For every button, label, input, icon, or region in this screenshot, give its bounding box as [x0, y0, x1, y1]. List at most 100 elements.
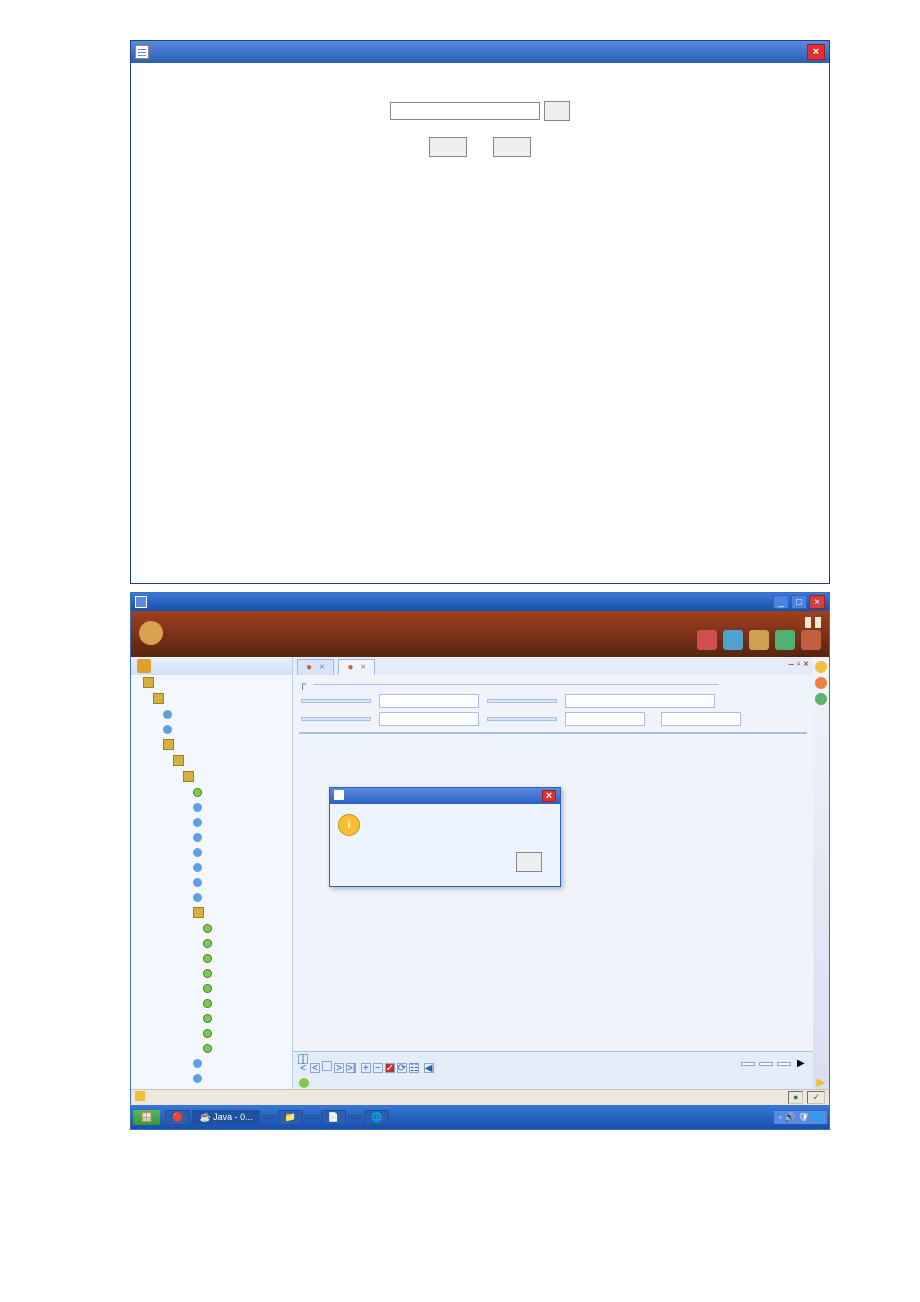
tree-item[interactable]	[193, 907, 290, 923]
banner-right	[697, 617, 821, 650]
ie-titlebar: _ □ ×	[131, 593, 829, 611]
sidebar-header-icon	[137, 659, 151, 673]
tree-item[interactable]	[163, 739, 290, 755]
tree-item[interactable]	[193, 877, 290, 892]
taskbar-item[interactable]	[348, 1115, 362, 1119]
field-label	[487, 717, 557, 721]
nav-icon-3[interactable]	[749, 630, 769, 650]
tree-item[interactable]	[163, 724, 290, 739]
upload-dialog: ×	[130, 40, 830, 584]
app-banner	[131, 611, 829, 655]
logo-icon	[139, 621, 163, 645]
tab-strip: ● × ● × – ▫ ×	[293, 657, 813, 675]
nav-icon-4[interactable]	[775, 630, 795, 650]
tree-item[interactable]	[173, 755, 290, 771]
close-window-icon[interactable]: ×	[809, 595, 825, 609]
tree-item[interactable]	[193, 862, 290, 877]
tab-todo[interactable]: ● ×	[297, 659, 334, 675]
status-done-icon	[135, 1091, 145, 1101]
tree-item[interactable]	[183, 771, 290, 787]
ie-window: _ □ ×	[130, 592, 830, 1130]
main-area: ● × ● × – ▫ × ┌	[293, 657, 813, 1089]
period-to-input[interactable]	[661, 712, 741, 726]
taskbar-item[interactable]	[305, 1115, 319, 1119]
trusted-zone: ✓	[807, 1091, 825, 1104]
browse-button[interactable]	[544, 101, 570, 121]
tree-item[interactable]	[193, 817, 290, 832]
strip-icon-1[interactable]	[815, 661, 827, 673]
panel-subtitle	[293, 675, 813, 677]
popup-ok-button[interactable]	[516, 852, 542, 872]
taxpayer-name-input[interactable]	[565, 694, 715, 708]
ok-button[interactable]	[429, 137, 467, 157]
pager-nav[interactable]: |<<>>| +−✓⟳☷ ◀	[297, 1054, 435, 1074]
tree-item[interactable]	[203, 998, 290, 1013]
dialog-titlebar: ×	[131, 41, 829, 63]
info-icon: i	[338, 814, 360, 836]
system-tray[interactable]: ▫ 🔊 🛡 🌐	[774, 1111, 827, 1124]
minimize-icon[interactable]: _	[773, 595, 789, 609]
nav-icon-1[interactable]	[697, 630, 717, 650]
taskbar-item[interactable]: 📄	[321, 1110, 346, 1125]
tree-item[interactable]	[193, 787, 290, 802]
exit-button[interactable]	[777, 1062, 791, 1066]
side-strip: ▶	[813, 657, 829, 1089]
declare-date-input[interactable]	[379, 712, 479, 726]
tree-item[interactable]	[163, 709, 290, 724]
tree-item[interactable]	[193, 1058, 290, 1073]
tree-item[interactable]	[193, 832, 290, 847]
tree-item[interactable]	[193, 847, 290, 862]
status-icon	[299, 1078, 309, 1088]
tab-report[interactable]: ● ×	[338, 659, 375, 675]
data-grid	[299, 732, 807, 734]
nav-tree[interactable]	[131, 675, 292, 1089]
close-icon[interactable]: ×	[807, 44, 825, 60]
sidebar	[131, 657, 293, 1089]
taskbar: 🪟 🔴 ☕ Java - 0... 📁 📄 🌐 ▫ 🔊 🛡 🌐	[131, 1105, 829, 1129]
popup-icon	[334, 790, 344, 800]
message-bar	[293, 1076, 813, 1089]
maximize-icon[interactable]: □	[791, 595, 807, 609]
tree-item[interactable]	[203, 1043, 290, 1058]
tree-item[interactable]	[203, 968, 290, 983]
tree-item[interactable]	[153, 693, 290, 709]
zone-box: ●	[788, 1091, 803, 1104]
save-button[interactable]	[741, 1062, 755, 1066]
tree-item[interactable]	[203, 1013, 290, 1028]
ie-icon	[135, 596, 147, 608]
tree-item[interactable]	[203, 983, 290, 998]
nav-icon-5[interactable]	[801, 630, 821, 650]
period-from-input[interactable]	[565, 712, 645, 726]
tree-item[interactable]	[203, 953, 290, 968]
taskbar-item[interactable]: 🌐	[364, 1110, 389, 1125]
tree-item[interactable]	[203, 1028, 290, 1043]
tree-item[interactable]	[193, 1088, 290, 1089]
tree-item[interactable]	[203, 938, 290, 953]
taskbar-item[interactable]	[262, 1115, 276, 1119]
strip-icon-3[interactable]	[815, 693, 827, 705]
start-button[interactable]: 🪟	[133, 1110, 160, 1125]
field-label	[487, 699, 557, 703]
nav-icon-2[interactable]	[723, 630, 743, 650]
ie-statusbar: ● ✓	[131, 1089, 829, 1105]
sidebar-header	[131, 657, 292, 675]
tree-item[interactable]	[193, 1073, 290, 1088]
reset-button[interactable]	[493, 137, 531, 157]
fieldset-header: ┌	[299, 679, 807, 690]
tree-item[interactable]	[203, 923, 290, 938]
field-label	[301, 717, 371, 721]
file-input[interactable]	[390, 102, 540, 120]
tree-item[interactable]	[193, 802, 290, 817]
taskbar-item[interactable]: 🔴	[165, 1110, 190, 1125]
info-popup: × i	[329, 787, 561, 887]
tree-item[interactable]	[143, 677, 290, 693]
popup-close-icon[interactable]: ×	[542, 790, 556, 802]
cancel-button[interactable]	[759, 1062, 773, 1066]
bottom-toolbar: |<<>>| +−✓⟳☷ ◀ ▶	[293, 1051, 813, 1076]
taskbar-item[interactable]: 📁	[278, 1110, 303, 1125]
strip-icon-2[interactable]	[815, 677, 827, 689]
tree-item[interactable]	[193, 892, 290, 907]
operator-label	[805, 617, 811, 628]
file-row	[139, 101, 821, 121]
taxpayer-id-input[interactable]	[379, 694, 479, 708]
